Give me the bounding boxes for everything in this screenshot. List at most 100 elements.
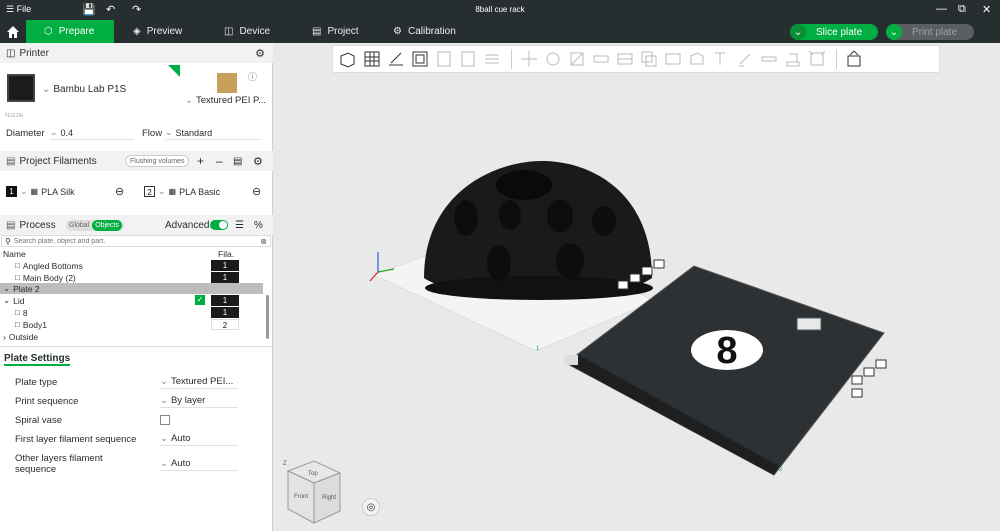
plate-icon[interactable] <box>851 388 863 398</box>
plate-icon[interactable] <box>653 259 665 269</box>
plate-icon[interactable] <box>875 359 887 369</box>
search-input[interactable] <box>13 237 254 245</box>
list-icon[interactable]: ☰ <box>235 220 244 231</box>
slice-plate-button[interactable]: ⌄ Slice plate <box>790 24 878 40</box>
filament-cell[interactable]: 1 <box>211 307 239 318</box>
sync-badge-icon <box>168 65 180 77</box>
remove-filament-icon[interactable]: ⊖ <box>115 185 124 198</box>
printer-thumbnail <box>7 74 35 102</box>
filament-2-number: 2 <box>144 186 155 197</box>
tab-calibration-label: Calibration <box>407 26 456 37</box>
view-cube-top-label: Top <box>308 471 318 477</box>
project-icon: ▤ <box>312 26 322 37</box>
view-cube-right-label: Right <box>322 495 336 501</box>
minimize-icon[interactable]: — <box>936 3 947 15</box>
tab-preview[interactable]: ◈ Preview <box>133 20 213 43</box>
filament-cell[interactable]: 2 <box>211 319 239 330</box>
plate-icon[interactable] <box>851 375 863 385</box>
filament-1[interactable]: 1 ⌄ ▦ PLA Silk <box>6 186 75 197</box>
remove-filament-icon[interactable]: ⊖ <box>252 185 261 198</box>
diameter-select[interactable]: 0.4 <box>50 126 134 140</box>
info-icon[interactable]: ⓘ <box>248 70 257 83</box>
add-icon[interactable]: + <box>197 154 204 168</box>
gear-icon[interactable]: ⚙ <box>253 155 263 168</box>
plate-icon[interactable] <box>641 266 653 276</box>
plate-name: Plate 2 <box>13 283 40 294</box>
gear-icon[interactable]: ⚙ <box>255 47 265 60</box>
restore-icon[interactable]: ⧉ <box>958 3 966 16</box>
chevron-right-icon: › <box>3 331 6 342</box>
list-item[interactable]: › Outside <box>0 331 263 342</box>
col-fila-header: Fila. <box>218 249 235 259</box>
plate-settings-title: Plate Settings <box>4 353 71 366</box>
process-icon: ▤ <box>6 219 16 231</box>
eight-ball-number: 8 <box>716 330 737 372</box>
clear-icon[interactable]: ⊗ <box>260 237 267 246</box>
camera-reset-icon[interactable]: ◎ <box>362 498 380 516</box>
object-name: Main Body (2) <box>22 272 76 283</box>
diameter-label: Diameter <box>6 128 45 139</box>
search-icon: ⚲ <box>5 236 11 246</box>
tab-device[interactable]: ◫ Device <box>224 20 304 43</box>
main-tab-bar: ⬡ Prepare ◈ Preview ◫ Device ▤ Project ⚙ Cali… <box>0 20 1000 43</box>
plate-type-field[interactable]: Textured PEI... <box>160 375 238 389</box>
filament-cell[interactable]: 1 <box>211 260 239 271</box>
divider <box>0 346 273 347</box>
close-icon[interactable]: ✕ <box>982 3 991 16</box>
plate-thumbnail <box>217 73 237 93</box>
tab-project[interactable]: ▤ Project <box>312 20 392 43</box>
printer-section-title: Printer <box>19 47 49 59</box>
percent-icon[interactable]: % <box>254 220 263 231</box>
printer-icon: ◫ <box>6 47 16 59</box>
chevron-down-icon: ⌄ <box>790 24 806 40</box>
plate-icon[interactable] <box>629 273 641 283</box>
3d-viewport[interactable]: 1 8 2 Top Front Right Z ◎ <box>274 43 1000 531</box>
sync-icon[interactable]: ▤ <box>233 156 242 167</box>
printer-select[interactable]: Bambu Lab P1S <box>42 84 126 95</box>
print-sequence-field[interactable]: By layer <box>160 394 238 408</box>
object-name: Lid <box>13 295 25 306</box>
filament-1-name: PLA Silk <box>41 186 75 197</box>
tab-prepare[interactable]: ⬡ Prepare <box>26 20 114 43</box>
plate-type-select[interactable]: Textured PEI P... <box>185 95 266 106</box>
other-layers-sequence-label: Other layers filament sequence <box>15 453 103 475</box>
print-plate-button[interactable]: ⌄ Print plate <box>886 24 974 40</box>
filament-2[interactable]: 2 ⌄ ▦ PLA Basic <box>144 186 220 197</box>
other-layers-sequence-field[interactable]: Auto <box>160 457 238 471</box>
remove-icon[interactable]: – <box>216 154 223 168</box>
plate-icon[interactable] <box>863 367 875 377</box>
printer-name: Bambu Lab P1S <box>53 84 127 95</box>
first-layer-sequence-field[interactable]: Auto <box>160 432 238 446</box>
checkbox-checked-icon[interactable]: ✓ <box>195 295 205 305</box>
home-button[interactable] <box>0 20 26 43</box>
plate-object[interactable] <box>564 355 578 365</box>
global-option[interactable]: Global <box>66 222 92 229</box>
plate-object[interactable] <box>796 317 822 331</box>
view-cube[interactable]: Top Front Right Z <box>282 453 348 527</box>
flushing-volumes-button[interactable]: Flushing volumes <box>125 155 190 167</box>
col-name-header: Name <box>3 249 26 259</box>
chevron-down-icon: ⌄ <box>3 295 11 305</box>
view-cube-front-label: Front <box>294 494 308 500</box>
flow-select[interactable]: Standard <box>165 126 261 140</box>
scene-canvas[interactable]: 1 8 2 <box>274 43 1000 531</box>
object-name: Body1 <box>22 319 47 330</box>
object-name: Outside <box>8 331 39 342</box>
cube-icon: ⬡ <box>44 26 53 37</box>
tree-scrollbar[interactable] <box>266 295 269 339</box>
spiral-vase-checkbox[interactable] <box>160 415 170 425</box>
global-objects-toggle[interactable]: Global Objects <box>66 219 124 231</box>
chevron-down-icon: ⌄ <box>3 283 11 293</box>
title-bar: ☰ File 💾 ↶ ↷ 8ball cue rack — ⧉ ✕ <box>0 0 1000 20</box>
filament-cell[interactable]: 1 <box>211 272 239 283</box>
advanced-toggle[interactable] <box>210 220 228 230</box>
filament-cell[interactable]: 1 <box>211 295 239 306</box>
filament-1-number: 1 <box>6 186 17 197</box>
tab-prepare-label: Prepare <box>58 26 95 37</box>
plate-type-value: Textured PEI P... <box>195 95 267 106</box>
tab-calibration[interactable]: ⚙ Calibration <box>393 20 483 43</box>
plate-row[interactable]: ⌄ Plate 2 <box>0 283 263 294</box>
objects-option[interactable]: Objects <box>92 219 122 231</box>
process-section-title: Process <box>19 219 56 231</box>
plate-icon[interactable] <box>617 280 629 290</box>
